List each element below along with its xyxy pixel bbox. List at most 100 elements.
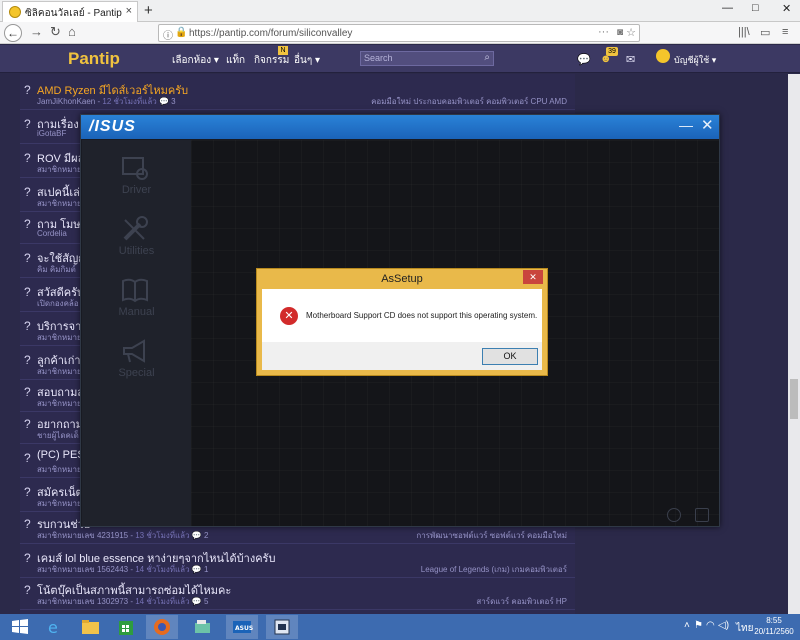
question-icon: ? xyxy=(24,451,31,465)
thread-author[interactable]: สมาชิกหมายเลข 1562443 xyxy=(37,565,128,574)
thread-author[interactable]: สมาชิกหมายเ xyxy=(37,165,84,174)
pocket-icon[interactable]: ◙ xyxy=(617,27,623,38)
thread-meta: สมาชิกหมายเ xyxy=(37,163,84,176)
asus-minimize-button[interactable]: — xyxy=(679,117,693,133)
forward-arrow-icon[interactable]: → xyxy=(30,24,43,39)
search-icon[interactable]: ⌕ xyxy=(484,52,490,63)
sidebar-item-utilities[interactable]: Utilities xyxy=(82,211,191,271)
sidebar-item-label: Utilities xyxy=(118,245,155,257)
sidebar-item-driver[interactable]: Driver xyxy=(82,150,191,210)
new-tab-button[interactable]: + xyxy=(144,2,153,19)
pantip-logo[interactable]: Pantip xyxy=(68,49,120,69)
driver-icon xyxy=(122,157,148,180)
windows-taskbar: e ASUS ˄ ⚑ ◠ ◁) ไทย 8:55 20/11/2560 xyxy=(0,614,800,640)
sidebar-item-special[interactable]: Special xyxy=(82,333,191,393)
thread-author[interactable]: สมาชิกหมายเ xyxy=(37,499,84,508)
document-icon[interactable] xyxy=(695,508,709,522)
setup-taskbar-icon[interactable] xyxy=(266,615,298,639)
volume-icon[interactable]: ◁) xyxy=(718,620,729,631)
network-app-icon[interactable] xyxy=(186,615,218,639)
thread-author[interactable]: ชายผู้ไดคเด็ xyxy=(37,431,79,440)
thread-meta: คิม คิมกิมต์ xyxy=(37,263,76,276)
thread-author[interactable]: คิม คิมกิมต์ xyxy=(37,265,76,274)
clock-date: 20/11/2560 xyxy=(754,627,794,636)
thread-row[interactable]: ? AMD Ryzen มีไดส์เวอร์ไหมครับ JamJiKhonKa… xyxy=(20,80,575,110)
thread-meta: สมาชิกหมายเ xyxy=(37,197,84,210)
window-close-button[interactable]: ✕ xyxy=(782,2,791,15)
thread-author[interactable]: สมาชิกหมายเ xyxy=(37,399,84,408)
library-icon[interactable]: |||\ xyxy=(738,26,750,38)
flag-icon[interactable]: ⚑ xyxy=(694,620,703,631)
page-actions-icon[interactable]: ··· xyxy=(598,26,609,38)
thread-tags[interactable]: League of Legends (เกม) เกมคอมพิวเตอร์ xyxy=(421,563,567,576)
dialog-close-button[interactable]: ✕ xyxy=(523,270,543,284)
clock[interactable]: 8:55 20/11/2560 xyxy=(752,615,796,637)
mail-icon[interactable]: ✉ xyxy=(626,53,635,66)
scrollbar-thumb[interactable] xyxy=(790,379,798,419)
question-icon: ? xyxy=(24,417,31,431)
question-icon: ? xyxy=(24,551,31,565)
firefox-icon[interactable] xyxy=(146,615,178,639)
url-bar[interactable]: ⓘ 🔒 https://pantip.com/forum/siliconvall… xyxy=(158,24,640,42)
thread-row[interactable]: ? เคมส์ lol blue essence หาง่ายๆจากไหนได้… xyxy=(20,548,575,578)
thread-row[interactable]: ? โน้ตบุ๊คเป็นสภาพนี้สามารถซ่อมได้ไหมคะ สม… xyxy=(20,580,575,610)
wifi-icon[interactable]: ◠ xyxy=(706,620,715,631)
browser-navbar: ← → ↻ ⌂ ⓘ 🔒 https://pantip.com/forum/sil… xyxy=(0,22,800,44)
sidebar-item-manual[interactable]: Manual xyxy=(82,272,191,332)
globe-icon[interactable] xyxy=(667,508,681,522)
thread-tags[interactable]: คอมมือใหม่ ประกอบคอมพิวเตอร์ คอมพิวเตอร์… xyxy=(371,95,567,108)
comment-count: 3 xyxy=(171,97,176,106)
asus-close-button[interactable]: ✕ xyxy=(701,116,714,134)
info-icon[interactable]: ⓘ xyxy=(163,27,173,42)
sidebar-icon[interactable]: ▭ xyxy=(760,26,770,39)
ie-icon[interactable]: e xyxy=(38,615,70,639)
bookmark-star-icon[interactable]: ☆ xyxy=(626,26,636,39)
chat-icon[interactable]: 💬 xyxy=(577,53,591,66)
menu-select-room[interactable]: เลือกห้อง ▾ xyxy=(172,53,219,68)
avatar[interactable] xyxy=(656,49,670,63)
dialog-body: ✕ Motherboard Support CD does not suppor… xyxy=(262,289,542,342)
thread-author[interactable]: iGotaBF xyxy=(37,129,66,138)
menu-activities[interactable]: กิจกรรม xyxy=(254,53,289,68)
lock-icon: 🔒 xyxy=(175,27,188,38)
menu-hamburger-icon[interactable]: ≡ xyxy=(782,26,788,38)
window-minimize-button[interactable]: — xyxy=(722,2,733,14)
account-menu[interactable]: บัญชีผู้ใช้ ▾ xyxy=(674,53,716,67)
url-text[interactable]: https://pantip.com/forum/siliconvalley xyxy=(189,28,352,39)
thread-author[interactable]: สมาชิกหมายเ xyxy=(37,367,84,376)
browser-tab[interactable]: ซิลิคอนวัลเลย์ - Pantip × xyxy=(2,1,138,22)
reload-icon[interactable]: ↻ xyxy=(50,24,61,40)
language-indicator[interactable]: ไทย xyxy=(736,621,753,636)
ok-button[interactable]: OK xyxy=(482,348,538,365)
wrench-icon xyxy=(123,216,148,241)
menu-tags[interactable]: แท็ก xyxy=(226,53,245,68)
window-maximize-button[interactable]: □ xyxy=(752,2,759,14)
home-icon[interactable]: ⌂ xyxy=(68,24,76,39)
thread-title[interactable]: (PC) PES xyxy=(37,449,85,461)
thread-author[interactable]: สมาชิกหมายเ xyxy=(37,333,84,342)
thread-tags[interactable]: สาร์ดแวร์ คอมพิวเตอร์ HP xyxy=(476,595,567,608)
asus-sidebar: Driver Utilities Manual Special xyxy=(82,140,191,526)
thread-author[interactable]: สมาชิกหมายเลข 1302973 xyxy=(37,597,128,606)
tray-arrow-icon[interactable]: ˄ xyxy=(684,620,690,631)
menu-more[interactable]: อื่นๆ ▾ xyxy=(294,53,320,68)
asus-titlebar[interactable]: /ISUS — ✕ xyxy=(81,115,719,139)
search-input[interactable]: Search ⌕ xyxy=(360,51,494,66)
file-explorer-icon[interactable] xyxy=(74,615,106,639)
question-icon: ? xyxy=(24,385,31,399)
thread-author[interactable]: Cordelia xyxy=(37,229,67,238)
back-arrow-icon[interactable]: ← xyxy=(4,24,22,42)
thread-author[interactable]: สมาชิกหมายเ xyxy=(37,199,84,208)
dialog-titlebar[interactable]: AsSetup ✕ xyxy=(257,269,547,288)
asus-taskbar-icon[interactable]: ASUS xyxy=(226,615,258,639)
windows-start-icon[interactable] xyxy=(6,618,36,636)
thread-meta: สมาชิกหมายเ xyxy=(37,463,84,476)
page-scrollbar[interactable] xyxy=(788,74,800,614)
thread-author[interactable]: สมาชิกหมายเลข 4231915 xyxy=(37,531,128,540)
thread-author[interactable]: เปิดกองคล้อ xyxy=(37,299,79,308)
tab-close-icon[interactable]: × xyxy=(126,5,132,17)
thread-tags[interactable]: การพัฒนาซอฟต์แวร์ ซอฟต์แวร์ คอมมือใหม่ xyxy=(416,529,567,542)
thread-author[interactable]: JamJiKhonKaen xyxy=(37,97,95,106)
thread-author[interactable]: สมาชิกหมายเ xyxy=(37,465,84,474)
store-icon[interactable] xyxy=(110,615,142,639)
